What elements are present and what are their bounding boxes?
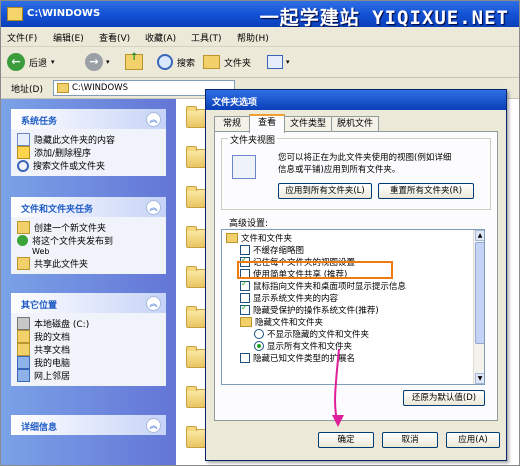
tab-view[interactable]: 查看	[249, 114, 285, 133]
screenshot-frame: C:\WINDOWS 一起学建站 YIQIXUE.NET 文件(F) 编辑(E)…	[0, 0, 520, 466]
annotation-arrow	[332, 348, 344, 427]
